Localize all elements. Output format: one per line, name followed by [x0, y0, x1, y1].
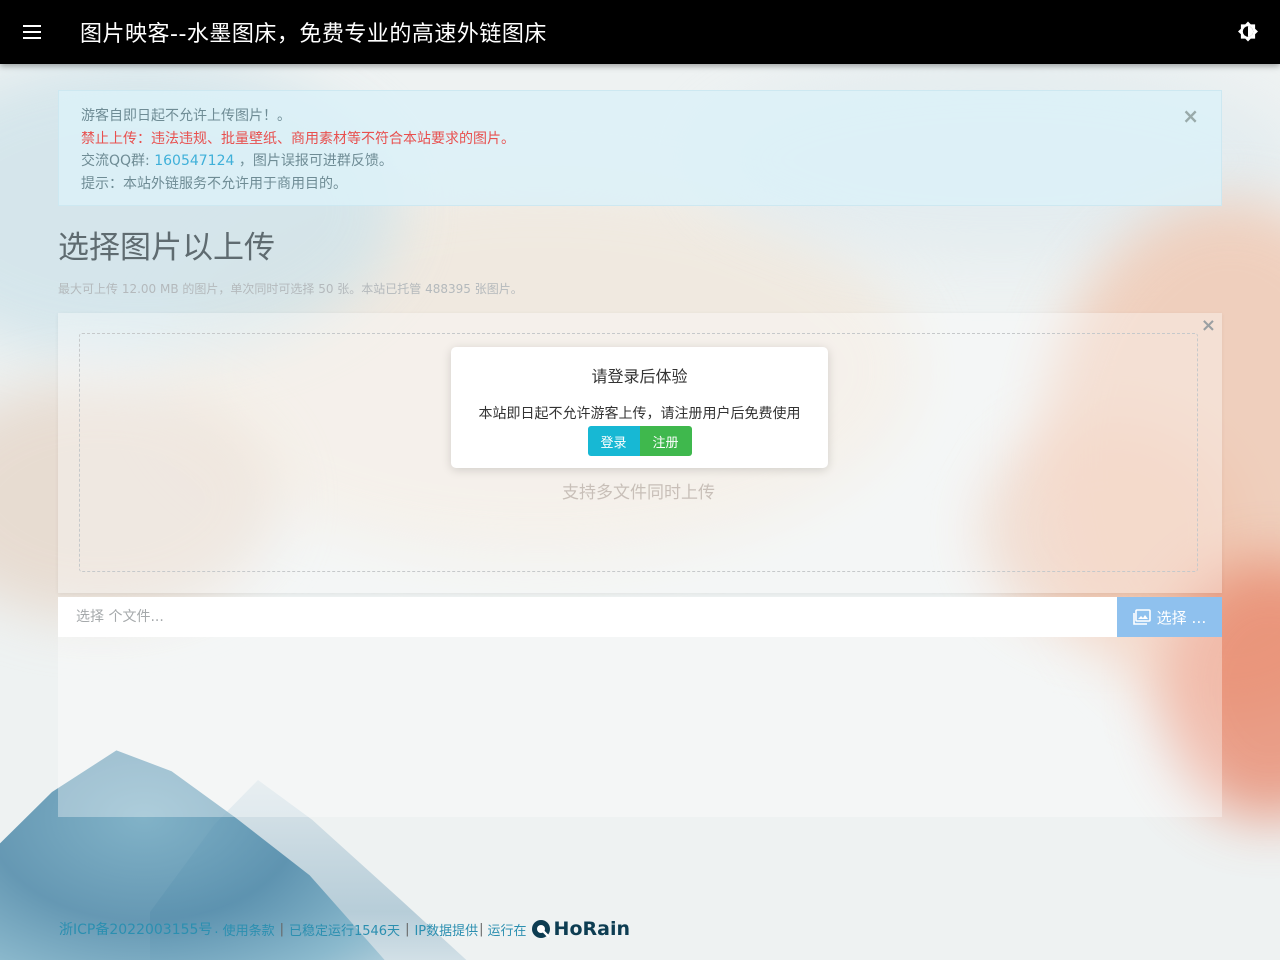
- footer-separator: |: [405, 921, 410, 937]
- qq-group-link[interactable]: 160547124: [154, 153, 234, 169]
- panel-close-icon[interactable]: ×: [1201, 315, 1216, 336]
- notice-line-guest: 游客自即日起不允许上传图片！。: [81, 108, 291, 124]
- theme-toggle-icon[interactable]: [1236, 20, 1260, 44]
- qq-label: 交流QQ群:: [81, 153, 155, 169]
- footer: 浙ICP备2022003155号 . 使用条款 | 已稳定运行1546天 | I…: [59, 918, 630, 940]
- top-app-bar: 图片映客--水墨图床，免费专业的高速外链图床: [0, 0, 1280, 64]
- file-name-input[interactable]: [58, 597, 1117, 637]
- horain-logo-icon: [531, 920, 550, 938]
- browse-button[interactable]: 选择 …: [1117, 597, 1222, 637]
- dialog-actions: 登录 注册: [451, 426, 828, 456]
- alert-close-icon[interactable]: ×: [1182, 105, 1199, 128]
- drop-hint: 支持多文件同时上传: [562, 483, 715, 503]
- powered-by-text: 运行在: [487, 923, 527, 939]
- browse-label: 选择 …: [1156, 608, 1207, 627]
- login-required-dialog: 请登录后体验 本站即日起不允许游客上传，请注册用户后免费使用 登录 注册: [451, 347, 828, 468]
- notice-line-forbidden: 禁止上传：违法违规、批量壁纸、商用素材等不符合本站要求的图片。: [81, 130, 515, 147]
- dialog-title: 请登录后体验: [591, 367, 688, 386]
- upload-limits-note: 最大可上传 12.00 MB 的图片，单次同时可选择 50 张。本站已托管 48…: [58, 282, 523, 296]
- icp-link[interactable]: 浙ICP备2022003155号: [59, 919, 212, 939]
- dialog-message: 本站即日起不允许游客上传，请注册用户后免费使用: [478, 406, 801, 422]
- lower-panel-area: [58, 637, 1222, 817]
- uptime-text: 已稳定运行1546天: [288, 923, 401, 939]
- footer-separator: |: [279, 921, 284, 937]
- footer-separator: |: [479, 921, 484, 937]
- site-title: 图片映客--水墨图床，免费专业的高速外链图床: [80, 22, 547, 47]
- login-button[interactable]: 登录: [587, 426, 640, 456]
- horain-link[interactable]: HoRain: [531, 918, 630, 940]
- file-select-row: 选择 …: [58, 597, 1222, 637]
- footer-dot: .: [214, 921, 219, 937]
- qq-suffix: ，图片误报可进群反馈。: [234, 153, 393, 169]
- horain-brand: HoRain: [553, 918, 630, 940]
- terms-link[interactable]: 使用条款: [223, 920, 275, 939]
- notice-line-tip: 提示：本站外链服务不允许用于商用目的。: [81, 175, 347, 192]
- upload-heading: 选择图片以上传: [58, 230, 275, 266]
- notice-alert: 游客自即日起不允许上传图片！。 禁止上传：违法违规、批量壁纸、商用素材等不符合本…: [58, 90, 1222, 206]
- register-button[interactable]: 注册: [639, 426, 692, 456]
- images-icon: [1132, 609, 1151, 625]
- menu-icon[interactable]: [0, 0, 64, 64]
- ip-data-link[interactable]: IP数据提供: [414, 920, 478, 939]
- notice-line-qq: 交流QQ群: 160547124 ，图片误报可进群反馈。: [81, 150, 1199, 173]
